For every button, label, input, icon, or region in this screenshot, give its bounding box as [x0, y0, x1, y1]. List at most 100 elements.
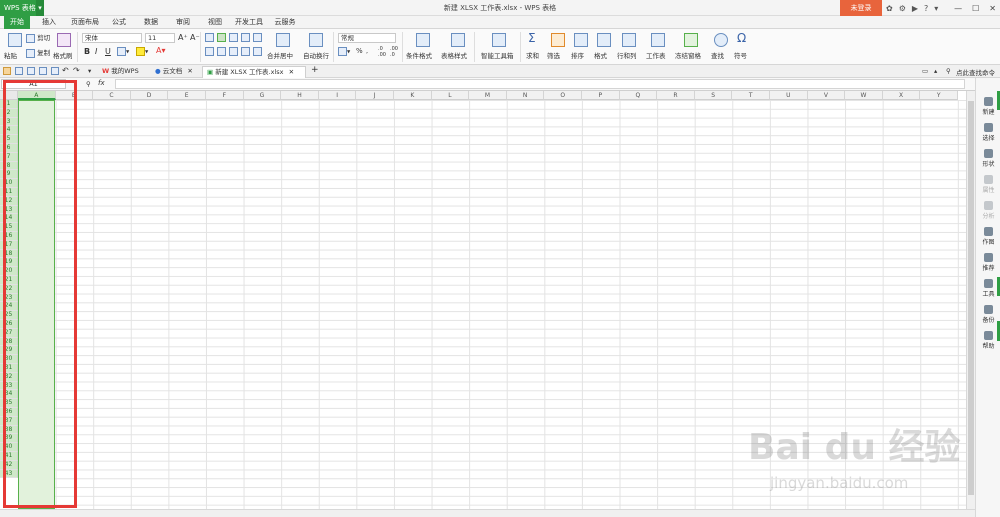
indent-icon[interactable]	[241, 33, 250, 42]
column-header[interactable]: X	[882, 91, 921, 100]
paste-button[interactable]: 粘贴	[4, 50, 17, 60]
save-icon[interactable]	[15, 67, 23, 75]
wrap-text-icon[interactable]	[309, 33, 323, 47]
close-button[interactable]: ✕	[989, 4, 996, 13]
column-header[interactable]: E	[168, 91, 206, 100]
conditional-format-icon[interactable]	[416, 33, 430, 47]
column-header[interactable]: D	[130, 91, 169, 100]
export-pdf-icon[interactable]	[27, 67, 35, 75]
doc-tab-workbook[interactable]: ▣ 新建 XLSX 工作表.xlsx ✕	[202, 66, 306, 78]
column-header[interactable]: I	[318, 91, 357, 100]
smart-toolbox-button[interactable]: 智能工具箱	[481, 50, 514, 60]
side-panel-item[interactable]: 分析	[976, 199, 1000, 225]
side-panel-item[interactable]: 形状	[976, 147, 1000, 173]
column-header[interactable]: K	[394, 91, 432, 100]
filter-icon[interactable]	[551, 33, 565, 47]
zoom-search-icon[interactable]: ⚲	[86, 80, 91, 88]
tab-page-layout[interactable]: 页面布局	[68, 16, 102, 29]
doc-tab-cloud-docs[interactable]: ● 云文档 ✕	[151, 66, 199, 78]
undo-icon[interactable]: ↶	[62, 66, 69, 75]
column-header[interactable]: P	[582, 91, 620, 100]
tab-insert[interactable]: 插入	[36, 16, 62, 29]
lock-icon[interactable]: ▴	[934, 67, 937, 75]
comment-icon[interactable]: ▭	[922, 67, 928, 75]
column-header[interactable]: U	[770, 91, 808, 100]
italic-button[interactable]: I	[95, 47, 97, 56]
column-header[interactable]: T	[732, 91, 770, 100]
outdent-icon[interactable]	[253, 33, 262, 42]
command-search-link[interactable]: 点此查找命令	[956, 67, 995, 77]
copy-button[interactable]: 复制	[26, 47, 50, 58]
merge-center-button[interactable]: 合并居中	[267, 50, 293, 60]
find-icon[interactable]	[714, 33, 728, 47]
format-painter-icon[interactable]	[57, 33, 71, 47]
wrap-text-button[interactable]: 自动换行	[303, 50, 329, 60]
underline-button[interactable]: U	[105, 47, 111, 56]
distribute-icon[interactable]	[253, 47, 262, 56]
tab-cloud-service[interactable]: 云服务	[270, 16, 300, 29]
format-painter-button[interactable]: 格式刷	[53, 50, 73, 60]
vertical-scroll-thumb[interactable]	[968, 101, 974, 495]
filter-button[interactable]: 筛选	[547, 50, 560, 60]
tab-review[interactable]: 审阅	[170, 16, 196, 29]
sort-icon[interactable]	[574, 33, 588, 47]
justify-icon[interactable]	[241, 47, 250, 56]
share-icon[interactable]: ▶	[912, 4, 918, 13]
column-header[interactable]: R	[657, 91, 695, 100]
freeze-pane-icon[interactable]	[684, 33, 698, 47]
align-top-icon[interactable]	[205, 33, 214, 42]
omega-icon[interactable]: Ω	[737, 31, 746, 45]
help-icon[interactable]: ?	[924, 4, 928, 13]
more-icon[interactable]: ▾	[934, 4, 938, 13]
smart-toolbox-icon[interactable]	[492, 33, 506, 47]
column-header[interactable]: H	[281, 91, 319, 100]
border-icon[interactable]: ▾	[117, 47, 129, 56]
currency-icon[interactable]: ▾	[338, 47, 350, 56]
sum-icon[interactable]: Σ	[528, 31, 536, 45]
close-tab-icon[interactable]: ✕	[187, 67, 192, 75]
increase-decimal-icon[interactable]: .0.00	[378, 46, 386, 58]
font-color-icon[interactable]: A▾	[156, 46, 166, 55]
side-panel-item[interactable]: 作图	[976, 225, 1000, 251]
print-preview-icon[interactable]	[51, 67, 59, 75]
tab-formulas[interactable]: 公式	[106, 16, 132, 29]
horizontal-scrollbar[interactable]	[0, 509, 975, 517]
row-col-icon[interactable]	[622, 33, 636, 47]
column-header[interactable]: M	[469, 91, 507, 100]
column-header[interactable]: V	[807, 91, 846, 100]
skin-icon[interactable]: ✿	[886, 4, 893, 13]
column-header[interactable]: G	[243, 91, 282, 100]
table-style-button[interactable]: 表格样式	[441, 50, 467, 60]
tab-home[interactable]: 开始	[4, 16, 30, 29]
maximize-button[interactable]: ☐	[972, 4, 979, 13]
column-header[interactable]: L	[431, 91, 470, 100]
side-panel-item[interactable]: 属性	[976, 173, 1000, 199]
font-size-select[interactable]: 11	[145, 33, 175, 43]
align-middle-icon[interactable]	[217, 33, 226, 42]
column-header[interactable]: Q	[619, 91, 658, 100]
font-name-select[interactable]: 宋体	[82, 33, 142, 43]
paste-icon[interactable]	[8, 33, 22, 47]
column-header[interactable]: F	[206, 91, 244, 100]
fill-color-icon[interactable]: ▾	[136, 47, 148, 56]
format-icon[interactable]	[597, 33, 611, 47]
sum-button[interactable]: 求和	[526, 50, 539, 60]
align-center-icon[interactable]	[217, 47, 226, 56]
align-left-icon[interactable]	[205, 47, 214, 56]
column-header[interactable]: S	[694, 91, 733, 100]
number-format-select[interactable]: 常规	[338, 33, 396, 43]
table-style-icon[interactable]	[451, 33, 465, 47]
side-panel-item[interactable]: 推荐	[976, 251, 1000, 277]
vertical-scrollbar[interactable]	[966, 91, 975, 509]
align-right-icon[interactable]	[229, 47, 238, 56]
row-col-button[interactable]: 行和列	[617, 50, 637, 60]
percent-button[interactable]: %	[356, 47, 363, 55]
worksheet-button[interactable]: 工作表	[646, 50, 666, 60]
bold-button[interactable]: B	[84, 47, 90, 56]
search-icon[interactable]: ⚲	[946, 67, 951, 75]
column-header[interactable]: J	[356, 91, 394, 100]
print-icon[interactable]	[39, 67, 47, 75]
add-tab-button[interactable]: +	[311, 65, 319, 75]
column-header[interactable]: O	[544, 91, 582, 100]
freeze-pane-button[interactable]: 冻结窗格	[675, 50, 701, 60]
